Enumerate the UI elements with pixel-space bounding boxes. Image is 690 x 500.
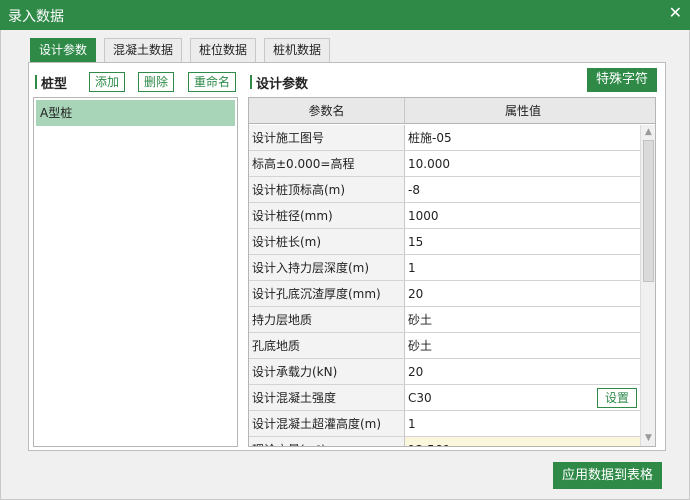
param-name: 标高±0.000=高程 [249,151,405,176]
param-value[interactable]: 1 [405,255,641,280]
param-name: 理论方量(m³) [249,437,405,446]
table-row: 设计桩顶标高(m) -8 [249,177,641,203]
pile-type-list: A型桩 [33,97,238,447]
close-icon[interactable]: ✕ [669,3,682,22]
tab-concrete-data[interactable]: 混凝土数据 [104,38,183,62]
param-name: 设计桩顶标高(m) [249,177,405,202]
param-value[interactable]: C30 [408,391,432,405]
table-row: 设计混凝土超灌高度(m) 1 [249,411,641,437]
param-name: 设计承载力(kN) [249,359,405,384]
tab-pile-position-data[interactable]: 桩位数据 [190,38,257,62]
param-value[interactable]: 12.560 [405,437,641,446]
header-param-name: 参数名 [249,98,405,123]
vertical-scrollbar[interactable]: ▲ ▼ [640,125,655,446]
table-row: 设计混凝土强度 C30 设置 [249,385,641,411]
param-value[interactable]: 15 [405,229,641,254]
add-button[interactable]: 添加 [89,72,126,92]
table-row: 标高±0.000=高程 10.000 [249,151,641,177]
tab-design-params[interactable]: 设计参数 [30,38,97,62]
table-row: 孔底地质 砂土 [249,333,641,359]
table-row: 持力层地质 砂土 [249,307,641,333]
param-value[interactable]: -8 [405,177,641,202]
table-row: 设计施工图号 桩施-05 [249,125,641,151]
concrete-strength-setting-button[interactable]: 设置 [597,388,637,408]
param-value[interactable]: 1 [405,411,641,436]
list-item[interactable]: A型桩 [36,100,235,126]
delete-button[interactable]: 删除 [138,72,175,92]
grid-rows: 设计施工图号 桩施-05 标高±0.000=高程 10.000 设计桩顶标高(m) -… [249,125,641,446]
param-name: 设计桩长(m) [249,229,405,254]
tab-bar: 设计参数 混凝土数据 桩位数据 桩机数据 [30,38,338,62]
param-value[interactable]: 桩施-05 [405,125,641,150]
param-name: 设计入持力层深度(m) [249,255,405,280]
param-name: 设计桩径(mm) [249,203,405,228]
design-params-title: 设计参数 [249,73,308,92]
grid-header: 参数名 属性值 [249,98,655,124]
param-value[interactable]: 20 [405,281,641,306]
param-name: 设计混凝土强度 [249,385,405,410]
scroll-thumb[interactable] [643,140,654,282]
scroll-down-icon[interactable]: ▼ [641,431,655,446]
table-row: 设计孔底沉渣厚度(mm) 20 [249,281,641,307]
param-name: 孔底地质 [249,333,405,358]
tab-pile-machine-data[interactable]: 桩机数据 [264,38,331,62]
apply-data-button[interactable]: 应用数据到表格 [553,462,662,489]
table-row: 设计桩径(mm) 1000 [249,203,641,229]
param-name: 设计施工图号 [249,125,405,150]
param-value[interactable]: 1000 [405,203,641,228]
special-char-button[interactable]: 特殊字符 [587,68,657,92]
design-params-grid: 参数名 属性值 设计施工图号 桩施-05 标高±0.000=高程 10.000 设计… [248,97,656,447]
pile-type-title: 桩型 [34,73,67,92]
param-value-cell: C30 设置 [405,385,641,410]
table-row: 设计承载力(kN) 20 [249,359,641,385]
param-value[interactable]: 砂土 [405,307,641,332]
rename-button[interactable]: 重命名 [188,72,237,92]
param-value[interactable]: 20 [405,359,641,384]
param-value[interactable]: 10.000 [405,151,641,176]
table-row: 设计桩长(m) 15 [249,229,641,255]
param-value[interactable]: 砂土 [405,333,641,358]
header-value: 属性值 [504,104,541,118]
window-title: 录入数据 [8,9,64,25]
table-row: 理论方量(m³)12.560 [249,437,641,446]
scroll-up-icon[interactable]: ▲ [641,125,655,140]
param-name: 设计混凝土超灌高度(m) [249,411,405,436]
param-name: 设计孔底沉渣厚度(mm) [249,281,405,306]
title-bar: 录入数据 ✕ [0,0,690,30]
param-name: 持力层地质 [249,307,405,332]
table-row: 设计入持力层深度(m) 1 [249,255,641,281]
